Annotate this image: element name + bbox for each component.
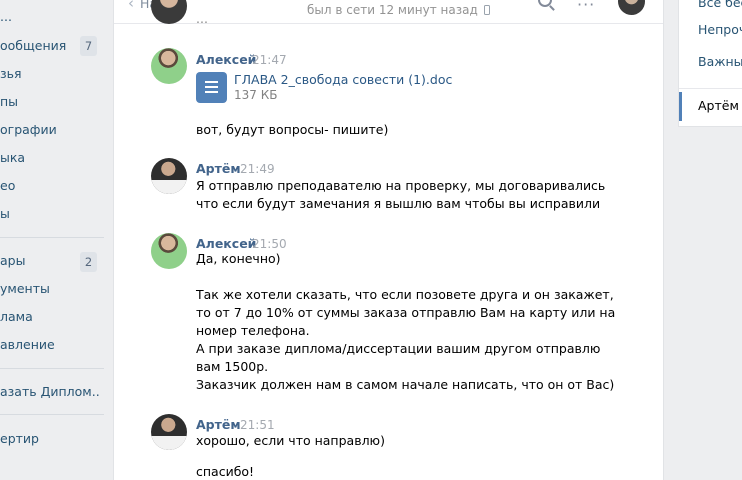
nav-divider	[0, 414, 104, 415]
search-icon[interactable]	[538, 0, 552, 7]
nav-item-games[interactable]: ы	[0, 203, 10, 225]
online-status: был в сети 12 минут назад	[307, 3, 490, 17]
message-line: Так же хотели сказать, что если позовете…	[196, 287, 614, 302]
message-author[interactable]: Алексей	[196, 52, 256, 67]
message-author[interactable]: Алексей	[196, 236, 256, 251]
nav-item-management[interactable]: авление	[0, 334, 55, 356]
message-line: спасибо!	[196, 464, 255, 479]
active-indicator	[679, 92, 682, 121]
goods-badge: 2	[80, 252, 97, 272]
message-line: Да, конечно)	[196, 251, 281, 266]
message-line: А при заказе диплома/диссертации вашим д…	[196, 341, 601, 356]
message-author[interactable]: Артём	[196, 417, 241, 432]
avatar[interactable]	[151, 233, 187, 269]
contact-avatar[interactable]	[618, 0, 645, 15]
doc-size: 137 КБ	[234, 88, 278, 102]
status-text: был в сети 12 минут назад	[307, 3, 478, 17]
avatar[interactable]	[151, 414, 187, 450]
message-line: Заказчик должен нам в самом начале напис…	[196, 377, 615, 392]
nav-divider	[0, 237, 104, 238]
nav-item-goods[interactable]: ары	[0, 250, 25, 272]
message-line: Я отправлю преподавателю на проверку, мы…	[196, 178, 606, 193]
nav-item-ads[interactable]: лама	[0, 306, 33, 328]
message-line: вам 1500р.	[196, 359, 269, 374]
nav-item-music[interactable]: ыка	[0, 147, 25, 169]
nav-item-groups[interactable]: пы	[0, 91, 18, 113]
nav-item-friends[interactable]: зья	[0, 63, 22, 85]
document-icon	[196, 72, 227, 103]
nav-item-videos[interactable]: ео	[0, 175, 15, 197]
nav-item-advertise[interactable]: ертир	[0, 428, 39, 450]
chevron-left-icon: ‹	[128, 0, 134, 12]
message-time: 21:50	[252, 237, 287, 251]
message-line: вот, будут вопросы- пишите)	[196, 122, 389, 137]
message-line: номер телефона.	[196, 323, 310, 338]
right-filter-panel: Все бес Непроч Важны Артём С	[678, 0, 742, 127]
left-nav: ... ообщения 7 зья пы ографии ыка ео ы а…	[0, 0, 112, 480]
chat-panel: ‹Назад был в сети 12 минут назад ··· ...…	[113, 0, 664, 480]
more-icon[interactable]: ···	[577, 0, 595, 14]
message-line: то от 7 до 10% от суммы заказа отправлю …	[196, 305, 616, 320]
filter-important[interactable]: Важны	[698, 54, 742, 69]
filter-all-chats[interactable]: Все бес	[698, 0, 742, 10]
mobile-icon	[483, 5, 490, 15]
message-time: 21:47	[252, 53, 287, 67]
messages-badge: 7	[80, 36, 97, 56]
panel-divider	[679, 88, 742, 89]
current-chat-item[interactable]: Артём С	[698, 98, 742, 113]
prev-message-fragment: ...	[196, 11, 208, 26]
nav-item-top[interactable]: ...	[0, 6, 12, 28]
nav-item-photos[interactable]: ографии	[0, 119, 57, 141]
message-time: 21:49	[240, 162, 275, 176]
message-line: что если будут замечания я вышлю вам что…	[196, 196, 601, 211]
avatar[interactable]	[151, 48, 187, 84]
message-author[interactable]: Артём	[196, 161, 241, 176]
nav-divider	[0, 368, 104, 369]
nav-item-messages[interactable]: ообщения	[0, 35, 66, 57]
nav-item-documents[interactable]: ументы	[0, 278, 50, 300]
message-time: 21:51	[240, 418, 275, 432]
message-line: хорошо, если что направлю)	[196, 433, 385, 448]
nav-item-order-diploma[interactable]: азать Диплом..	[0, 381, 100, 403]
doc-name[interactable]: ГЛАВА 2_свобода совести (1).doc	[234, 72, 452, 87]
avatar[interactable]	[151, 158, 187, 194]
filter-unread[interactable]: Непроч	[698, 22, 742, 37]
